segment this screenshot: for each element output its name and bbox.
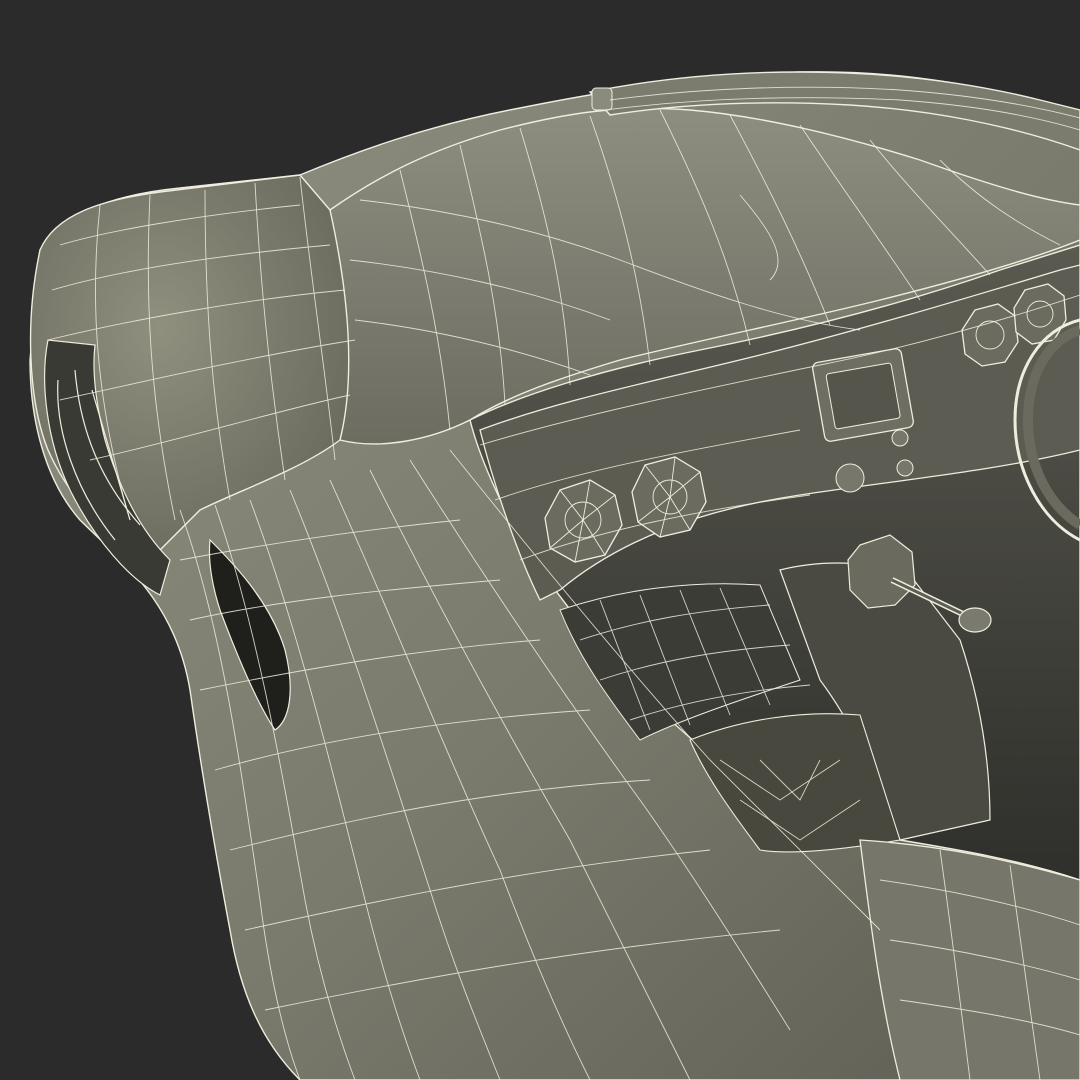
knob-icon: [896, 459, 914, 477]
knob-icon: [835, 463, 865, 493]
car-wireframe-render: [0, 0, 1080, 1080]
windshield-clip: [591, 87, 613, 111]
door-sill: [859, 839, 1080, 1080]
dashboard-display-icon: [812, 348, 914, 442]
knob-icon: [891, 429, 909, 447]
render-viewport: [0, 0, 1080, 1080]
